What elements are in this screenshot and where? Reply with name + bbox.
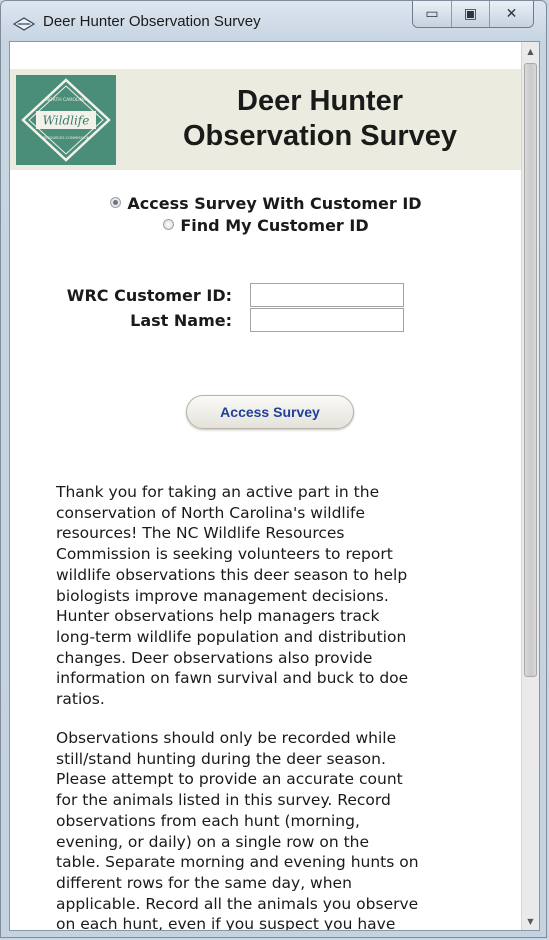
- instructions-paragraph: Observations should only be recorded whi…: [56, 729, 419, 930]
- last-name-input[interactable]: [250, 308, 404, 332]
- maximize-button[interactable]: ▣: [451, 1, 489, 27]
- scroll-up-icon[interactable]: ▲: [522, 42, 539, 60]
- close-icon: ✕: [505, 6, 518, 22]
- close-button[interactable]: ✕: [489, 1, 533, 27]
- vertical-scrollbar[interactable]: ▲ ▼: [521, 42, 539, 930]
- minimize-icon: ▭: [425, 6, 439, 22]
- intro-paragraph: Thank you for taking an active part in t…: [56, 483, 409, 709]
- radio-label: Find My Customer ID: [180, 216, 369, 235]
- access-survey-button[interactable]: Access Survey: [186, 395, 354, 429]
- page-viewport: NORTH CAROLINA Wildlife RESOURCES COMMIS…: [9, 41, 540, 931]
- last-name-label: Last Name:: [130, 311, 232, 330]
- window-title: Deer Hunter Observation Survey: [43, 13, 261, 30]
- customer-id-input[interactable]: [250, 283, 404, 307]
- radio-label: Access Survey With Customer ID: [127, 194, 422, 213]
- scroll-down-icon[interactable]: ▼: [522, 912, 539, 930]
- radio-unchecked-icon[interactable]: [163, 219, 175, 230]
- title-bar[interactable]: Deer Hunter Observation Survey ▭ ▣ ✕: [1, 1, 546, 41]
- scroll-thumb[interactable]: [524, 63, 537, 677]
- window-controls: ▭ ▣ ✕: [412, 1, 534, 28]
- page-content: NORTH CAROLINA Wildlife RESOURCES COMMIS…: [10, 42, 522, 930]
- customer-id-row: WRC Customer ID:: [10, 283, 522, 309]
- logo-script-text: Wildlife: [43, 114, 90, 128]
- maximize-icon: ▣: [463, 6, 478, 22]
- page-title-line: Deer Hunter Observation Survey: [183, 85, 457, 152]
- radio-access-survey[interactable]: Access Survey With Customer ID: [10, 193, 522, 215]
- radio-checked-icon[interactable]: [110, 197, 122, 208]
- logo-top-text: NORTH CAROLINA: [46, 97, 87, 103]
- app-icon: [12, 16, 36, 31]
- access-mode-options: Access Survey With Customer ID Find My C…: [10, 193, 522, 237]
- wildlife-commission-logo: NORTH CAROLINA Wildlife RESOURCES COMMIS…: [16, 75, 116, 165]
- last-name-row: Last Name:: [10, 308, 522, 334]
- logo-bottom-text: RESOURCES COMMISSION: [43, 136, 90, 140]
- app-window: Deer Hunter Observation Survey ▭ ▣ ✕ NOR…: [0, 0, 547, 938]
- customer-id-label: WRC Customer ID:: [66, 286, 232, 305]
- radio-find-customer-id[interactable]: Find My Customer ID: [10, 215, 522, 237]
- header-banner: NORTH CAROLINA Wildlife RESOURCES COMMIS…: [10, 69, 522, 170]
- minimize-button[interactable]: ▭: [413, 1, 451, 27]
- page-title: Deer Hunter Observation Survey: [140, 84, 500, 154]
